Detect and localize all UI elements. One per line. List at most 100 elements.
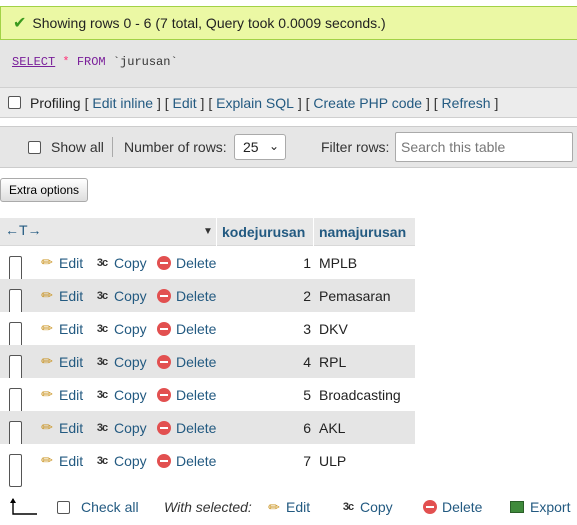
sql-from-keyword: FROM xyxy=(76,55,106,69)
table-row[interactable]: ✏ Edit 3c Copy Delete 1 MPLB xyxy=(0,246,415,289)
cell-namajurusan[interactable]: RPL xyxy=(319,345,346,378)
row-edit-button[interactable]: ✏ Edit xyxy=(39,345,83,378)
row-edit-button[interactable]: ✏ Edit xyxy=(39,411,83,444)
check-all-checkbox[interactable] xyxy=(57,500,70,514)
bulk-export-button[interactable]: Export xyxy=(510,492,570,522)
delete-icon xyxy=(157,453,171,468)
bulk-copy-button[interactable]: 3c Copy xyxy=(340,492,393,522)
with-selected-label: With selected: xyxy=(164,499,252,515)
profiling-checkbox[interactable] xyxy=(8,96,21,109)
row-delete-button[interactable]: Delete xyxy=(157,312,216,345)
check-icon: ✔ xyxy=(13,15,27,32)
row-edit-button[interactable]: ✏ Edit xyxy=(39,378,83,411)
row-edit-label: Edit xyxy=(59,287,84,304)
rows-per-page-select[interactable]: 25 ⌄ xyxy=(234,134,286,160)
row-delete-button[interactable]: Delete xyxy=(157,345,216,378)
pencil-icon: ✏ xyxy=(41,386,53,402)
sort-triangle-icon[interactable]: ▼ xyxy=(203,226,213,237)
row-delete-button[interactable]: Delete xyxy=(157,444,216,477)
row-copy-button[interactable]: 3c Copy xyxy=(94,444,147,477)
cell-namajurusan[interactable]: Broadcasting xyxy=(319,378,401,411)
row-copy-button[interactable]: 3c Copy xyxy=(94,312,147,345)
cell-kodejurusan[interactable]: 5 xyxy=(287,378,311,411)
cell-namajurusan[interactable]: MPLB xyxy=(319,246,357,279)
sql-star: * xyxy=(62,55,70,69)
create-php-link[interactable]: Create PHP code xyxy=(313,95,422,111)
filter-rows-input[interactable]: Search this table xyxy=(395,132,573,162)
sql-select-keyword[interactable]: SELECT xyxy=(12,55,55,69)
row-edit-button[interactable]: ✏ Edit xyxy=(39,444,83,477)
extra-options-button[interactable]: Extra options xyxy=(0,178,89,202)
row-copy-button[interactable]: 3c Copy xyxy=(94,279,147,312)
check-all-link[interactable]: Check all xyxy=(81,492,139,522)
row-edit-label: Edit xyxy=(59,452,84,469)
row-delete-label: Delete xyxy=(176,386,217,403)
cell-kodejurusan[interactable]: 3 xyxy=(287,312,311,345)
explain-sql-link[interactable]: Explain SQL xyxy=(216,95,294,111)
cell-kodejurusan[interactable]: 4 xyxy=(287,345,311,378)
cell-kodejurusan[interactable]: 2 xyxy=(287,279,311,312)
export-icon xyxy=(510,501,524,513)
column-header-kodejurusan[interactable]: kodejurusan xyxy=(222,218,305,246)
row-copy-button[interactable]: 3c Copy xyxy=(94,411,147,444)
row-delete-button[interactable]: Delete xyxy=(157,246,216,279)
number-of-rows-label: Number of rows: xyxy=(124,139,227,155)
edit-inline-link[interactable]: Edit inline xyxy=(92,95,153,111)
column-resize-arrows-icon[interactable]: ←T→ xyxy=(5,222,42,238)
row-edit-label: Edit xyxy=(59,254,84,271)
table-row[interactable]: ✏ Edit 3c Copy Delete 5 Broadcasting xyxy=(0,378,415,421)
bulk-edit-button[interactable]: ✏ Edit xyxy=(266,492,310,522)
cell-namajurusan[interactable]: DKV xyxy=(319,312,348,345)
column-header-namajurusan[interactable]: namajurusan xyxy=(319,218,406,246)
row-delete-label: Delete xyxy=(176,452,217,469)
profiling-label: Profiling xyxy=(30,94,81,111)
row-delete-button[interactable]: Delete xyxy=(157,411,216,444)
row-delete-button[interactable]: Delete xyxy=(157,378,216,411)
row-copy-button[interactable]: 3c Copy xyxy=(94,246,147,279)
row-edit-button[interactable]: ✏ Edit xyxy=(39,312,83,345)
delete-icon xyxy=(157,387,171,402)
pencil-icon: ✏ xyxy=(41,353,53,369)
success-text: Showing rows 0 - 6 (7 total, Query took … xyxy=(32,15,386,31)
bulk-delete-button[interactable]: Delete xyxy=(423,492,482,522)
pencil-icon: ✏ xyxy=(41,320,53,336)
table-row[interactable]: ✏ Edit 3c Copy Delete 3 DKV xyxy=(0,312,415,355)
row-copy-button[interactable]: 3c Copy xyxy=(94,345,147,378)
cell-kodejurusan[interactable]: 6 xyxy=(287,411,311,444)
row-copy-label: Copy xyxy=(114,353,147,370)
cell-kodejurusan[interactable]: 7 xyxy=(287,444,311,477)
copy-icon: 3c xyxy=(96,289,108,302)
refresh-link[interactable]: Refresh xyxy=(442,95,491,111)
copy-icon: 3c xyxy=(96,421,108,434)
pencil-icon: ✏ xyxy=(41,287,53,303)
cell-kodejurusan[interactable]: 1 xyxy=(287,246,311,279)
cell-namajurusan[interactable]: ULP xyxy=(319,444,346,477)
chevron-down-icon: ⌄ xyxy=(268,139,279,153)
edit-query-link[interactable]: Edit xyxy=(173,95,197,111)
bulk-edit-label: Edit xyxy=(286,499,311,515)
row-edit-button[interactable]: ✏ Edit xyxy=(39,279,83,312)
copy-icon: 3c xyxy=(96,355,108,368)
row-copy-label: Copy xyxy=(114,287,147,304)
navigation-bar: Show all Number of rows: 25 ⌄ Filter row… xyxy=(0,126,577,168)
table-row[interactable]: ✏ Edit 3c Copy Delete 6 AKL xyxy=(0,411,415,454)
results-table: ←T→ ▼ kodejurusan namajurusan ✏ Edit 3c Cop… xyxy=(0,218,415,487)
copy-icon: 3c xyxy=(96,322,108,335)
rows-per-page-value: 25 xyxy=(243,139,259,155)
row-checkbox[interactable] xyxy=(9,454,22,487)
pencil-icon: ✏ xyxy=(268,498,280,515)
row-copy-button[interactable]: 3c Copy xyxy=(94,378,147,411)
sql-table-name: `jurusan` xyxy=(112,55,178,69)
row-copy-label: Copy xyxy=(114,386,147,403)
row-delete-button[interactable]: Delete xyxy=(157,279,216,312)
cell-namajurusan[interactable]: AKL xyxy=(319,411,345,444)
table-row[interactable]: ✏ Edit 3c Copy Delete 2 Pemasaran xyxy=(0,279,415,322)
show-all-checkbox[interactable] xyxy=(28,140,41,154)
copy-icon: 3c xyxy=(96,454,108,467)
delete-icon xyxy=(157,255,171,270)
table-row[interactable]: ✏ Edit 3c Copy Delete 7 ULP xyxy=(0,444,415,487)
row-edit-label: Edit xyxy=(59,320,84,337)
cell-namajurusan[interactable]: Pemasaran xyxy=(319,279,391,312)
row-edit-button[interactable]: ✏ Edit xyxy=(39,246,83,279)
table-row[interactable]: ✏ Edit 3c Copy Delete 4 RPL xyxy=(0,345,415,388)
